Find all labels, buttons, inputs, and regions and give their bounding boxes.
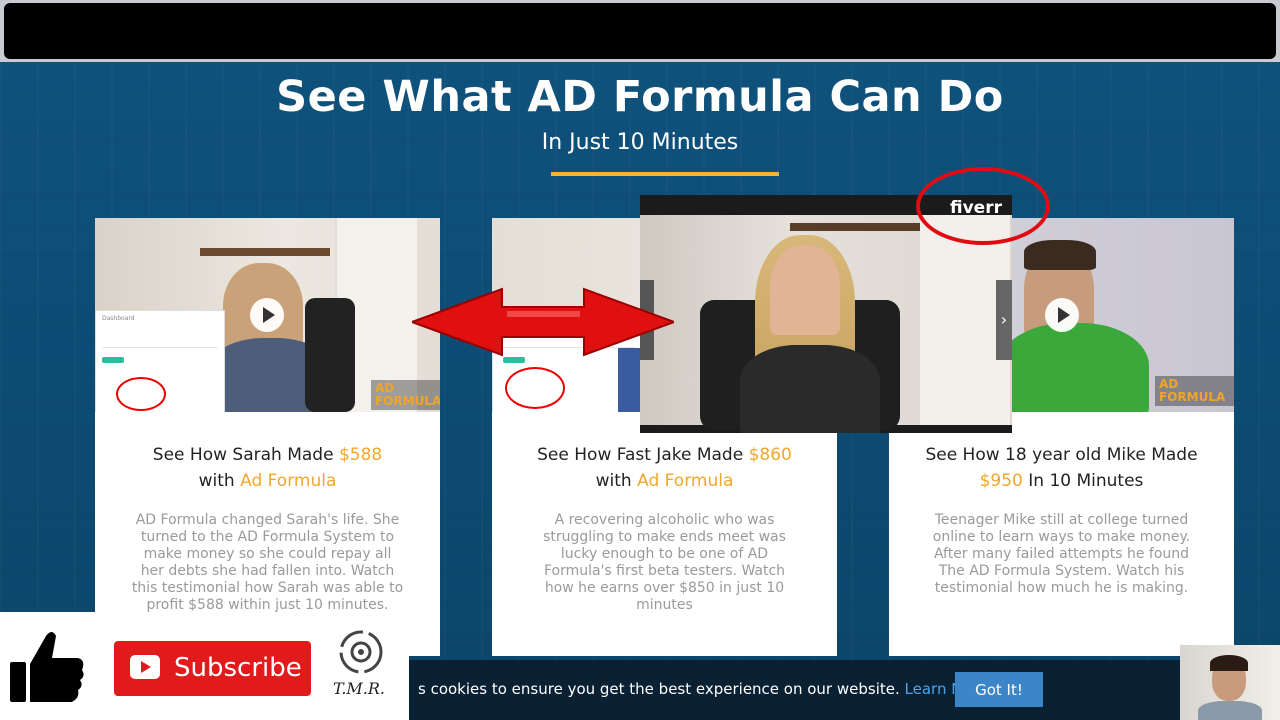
- card-title-text: with: [595, 471, 638, 491]
- card-title-text: In 10 Minutes: [1022, 471, 1144, 491]
- card-description: AD Formula changed Sarah's life. She tur…: [131, 512, 404, 613]
- hero-underline: [551, 172, 779, 176]
- got-it-button[interactable]: Got It!: [955, 672, 1043, 707]
- dashboard-title: Dashboard: [102, 315, 135, 322]
- ad-formula-logo: AD FORMULA: [1155, 376, 1234, 406]
- card-title-text: with: [198, 471, 241, 491]
- card-amount: $950: [979, 471, 1023, 491]
- dashboard-screenshot: Dashboard: [95, 310, 225, 412]
- card-brand: Ad Formula: [240, 471, 337, 491]
- card-amount: $588: [338, 445, 383, 465]
- red-circle-annotation: [916, 167, 1050, 245]
- thumbs-up-icon: [10, 632, 84, 702]
- hero-title: See What AD Formula Can Do: [276, 72, 1004, 122]
- webcam-overlay: [1180, 645, 1280, 720]
- card-title: See How Sarah Made $588 with Ad Formula: [105, 442, 430, 494]
- cookie-text: s cookies to ensure you get the best exp…: [418, 680, 988, 698]
- hero-subtitle: In Just 10 Minutes: [541, 130, 739, 155]
- play-icon[interactable]: [1045, 298, 1079, 332]
- youtube-play-icon: [130, 655, 160, 679]
- red-circle-annotation: [116, 377, 166, 411]
- blacked-out-header: [4, 3, 1276, 59]
- subscribe-label: Subscribe: [174, 653, 302, 683]
- video-thumbnail-sarah[interactable]: Dashboard AD FORMULA: [95, 218, 440, 412]
- ad-formula-logo: AD FORMULA: [371, 380, 440, 410]
- cookie-message: s cookies to ensure you get the best exp…: [418, 680, 900, 698]
- card-brand: Ad Formula: [637, 471, 734, 491]
- card-description: A recovering alcoholic who was strugglin…: [543, 512, 786, 613]
- card-title-text: See How Sarah Made: [152, 445, 339, 465]
- double-arrow-icon: [412, 287, 674, 357]
- card-amount: $860: [748, 445, 792, 465]
- card-title: See How Fast Jake Made $860 with Ad Form…: [502, 442, 827, 494]
- card-title-text: See How Fast Jake Made: [537, 445, 749, 465]
- channel-mark: T.M.R.: [333, 679, 386, 698]
- next-arrow-icon[interactable]: ›: [996, 280, 1012, 360]
- browser-bar: [0, 0, 1280, 62]
- card-title-text: See How 18 year old Mike Made: [925, 445, 1198, 465]
- play-icon[interactable]: [250, 298, 284, 332]
- gear-refresh-icon: [339, 630, 383, 674]
- card-description: Teenager Mike still at college turned on…: [932, 512, 1191, 596]
- testimonial-card-sarah[interactable]: Dashboard AD FORMULA See How Sarah Made …: [95, 218, 440, 656]
- card-title: See How 18 year old Mike Made $950 In 10…: [899, 442, 1224, 494]
- red-circle-annotation: [505, 367, 565, 409]
- subscribe-button[interactable]: Subscribe: [114, 641, 311, 696]
